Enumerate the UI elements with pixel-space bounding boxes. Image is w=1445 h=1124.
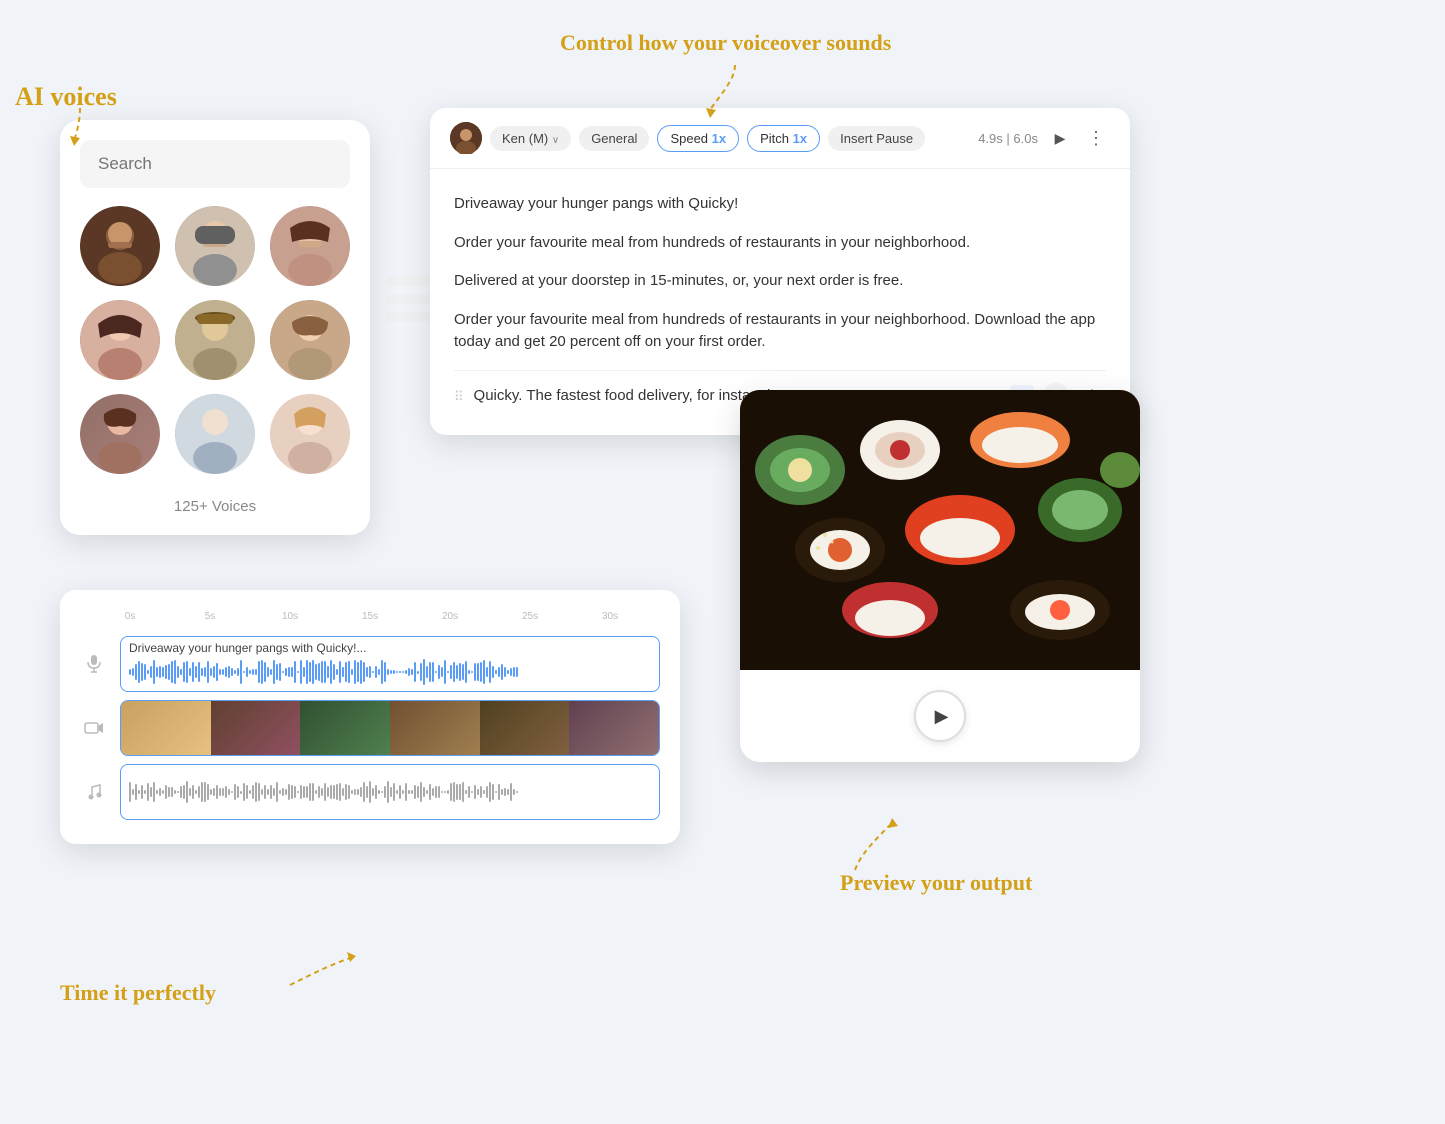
ruler-0s: 0s [90, 611, 170, 622]
search-input[interactable] [80, 140, 350, 188]
more-options-button[interactable]: ⋮ [1082, 124, 1110, 152]
ruler-5s: 5s [170, 611, 250, 622]
voices-grid [80, 206, 350, 474]
music-waveform [129, 777, 518, 807]
preview-panel: ▶ [740, 390, 1140, 762]
ruler-30s: 30s [570, 611, 650, 622]
voice-track-label: Driveaway your hunger pangs with Quicky!… [129, 641, 651, 655]
video-track-content[interactable] [120, 700, 660, 756]
voice-track: Driveaway your hunger pangs with Quicky!… [80, 636, 660, 692]
voice-avatar-6[interactable] [270, 300, 350, 380]
style-pill[interactable]: General [579, 126, 649, 151]
voices-count: 125+ Voices [80, 490, 350, 515]
script-line-1: Driveaway your hunger pangs with Quicky! [454, 185, 1106, 224]
ai-voices-annotation: AI voices [15, 82, 117, 112]
voiceover-annotation: Control how your voiceover sounds [560, 30, 891, 56]
voice-avatar-1[interactable] [80, 206, 160, 286]
timeline-panel: 0s 5s 10s 15s 20s 25s 30s Driveaway your… [60, 590, 680, 844]
speed-pill[interactable]: Speed 1x [657, 125, 739, 152]
pitch-pill[interactable]: Pitch 1x [747, 125, 820, 152]
script-line-3: Delivered at your doorstep in 15-minutes… [454, 262, 1106, 301]
voice-avatar-2[interactable] [175, 206, 255, 286]
ruler-20s: 20s [410, 611, 490, 622]
time-annotation: Time it perfectly [60, 980, 216, 1006]
voice-avatar-9[interactable] [270, 394, 350, 474]
ken-avatar [450, 122, 482, 154]
voice-avatar-4[interactable] [80, 300, 160, 380]
speaker-dropdown[interactable]: Ken (M) ∨ [490, 126, 571, 151]
controls-header: Ken (M) ∨ General Speed 1x Pitch 1x Inse… [430, 108, 1130, 169]
music-icon [80, 778, 108, 806]
preview-controls: ▶ [740, 670, 1140, 762]
timeline-ruler: 0s 5s 10s 15s 20s 25s 30s [80, 606, 660, 626]
voice-avatar-5[interactable] [175, 300, 255, 380]
preview-play-button[interactable]: ▶ [914, 690, 966, 742]
voice-track-content[interactable]: Driveaway your hunger pangs with Quicky!… [120, 636, 660, 692]
video-track [80, 700, 660, 756]
ruler-15s: 15s [330, 611, 410, 622]
drag-handle[interactable]: ⠿ [454, 387, 464, 407]
script-line-4: Order your favourite meal from hundreds … [454, 301, 1106, 362]
voice-controls-panel: Ken (M) ∨ General Speed 1x Pitch 1x Inse… [430, 108, 1130, 435]
timer-display: 4.9s | 6.0s [978, 131, 1038, 146]
play-icon: ▶ [935, 706, 949, 727]
music-track-content[interactable] [120, 764, 660, 820]
ruler-10s: 10s [250, 611, 330, 622]
script-line-2: Order your favourite meal from hundreds … [454, 224, 1106, 263]
voice-avatar-7[interactable] [80, 394, 160, 474]
mic-icon [80, 650, 108, 678]
music-track [80, 764, 660, 820]
waveform [129, 657, 651, 687]
preview-image [740, 390, 1140, 670]
preview-annotation: Preview your output [840, 870, 1032, 896]
video-icon [80, 714, 108, 742]
voice-avatar-3[interactable] [270, 206, 350, 286]
ruler-25s: 25s [490, 611, 570, 622]
play-button-header[interactable]: ▶ [1046, 124, 1074, 152]
ai-voices-panel: 125+ Voices [60, 120, 370, 535]
voice-avatar-8[interactable] [175, 394, 255, 474]
insert-pause-pill[interactable]: Insert Pause [828, 126, 925, 151]
